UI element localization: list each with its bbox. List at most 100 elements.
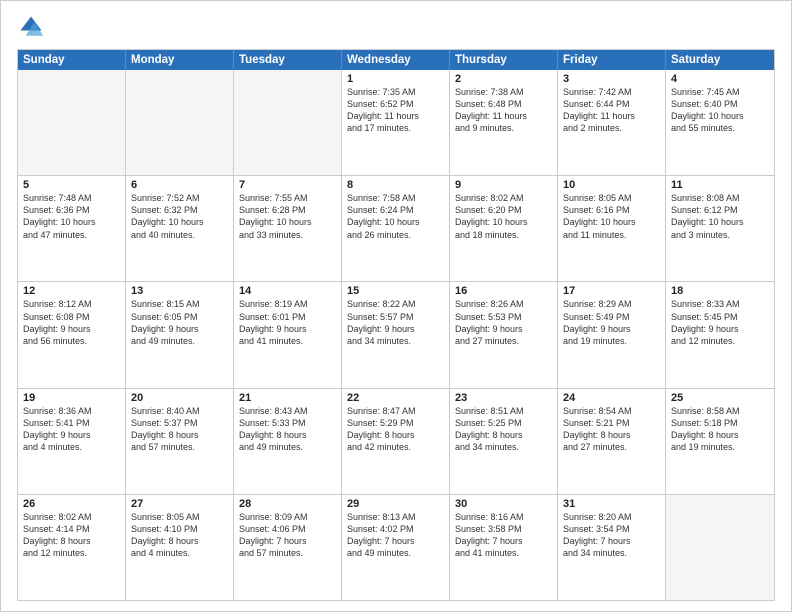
- day-number: 9: [455, 179, 552, 191]
- header-day-tuesday: Tuesday: [234, 50, 342, 70]
- day-details: Sunrise: 8:26 AM Sunset: 5:53 PM Dayligh…: [455, 298, 552, 347]
- empty-cell: [126, 70, 234, 175]
- empty-cell: [234, 70, 342, 175]
- day-number: 11: [671, 179, 769, 191]
- day-number: 23: [455, 392, 552, 404]
- day-number: 31: [563, 498, 660, 510]
- day-number: 4: [671, 73, 769, 85]
- day-number: 12: [23, 285, 120, 297]
- day-number: 13: [131, 285, 228, 297]
- day-details: Sunrise: 8:02 AM Sunset: 4:14 PM Dayligh…: [23, 511, 120, 560]
- logo: [17, 13, 49, 41]
- day-number: 7: [239, 179, 336, 191]
- day-number: 22: [347, 392, 444, 404]
- day-cell-26: 26Sunrise: 8:02 AM Sunset: 4:14 PM Dayli…: [18, 495, 126, 600]
- calendar-row-3: 12Sunrise: 8:12 AM Sunset: 6:08 PM Dayli…: [18, 281, 774, 387]
- day-cell-13: 13Sunrise: 8:15 AM Sunset: 6:05 PM Dayli…: [126, 282, 234, 387]
- day-details: Sunrise: 8:51 AM Sunset: 5:25 PM Dayligh…: [455, 405, 552, 454]
- calendar-row-4: 19Sunrise: 8:36 AM Sunset: 5:41 PM Dayli…: [18, 388, 774, 494]
- calendar-row-1: 1Sunrise: 7:35 AM Sunset: 6:52 PM Daylig…: [18, 70, 774, 175]
- day-details: Sunrise: 8:09 AM Sunset: 4:06 PM Dayligh…: [239, 511, 336, 560]
- logo-icon: [17, 13, 45, 41]
- day-cell-7: 7Sunrise: 7:55 AM Sunset: 6:28 PM Daylig…: [234, 176, 342, 281]
- day-cell-27: 27Sunrise: 8:05 AM Sunset: 4:10 PM Dayli…: [126, 495, 234, 600]
- day-cell-24: 24Sunrise: 8:54 AM Sunset: 5:21 PM Dayli…: [558, 389, 666, 494]
- day-number: 2: [455, 73, 552, 85]
- calendar-row-5: 26Sunrise: 8:02 AM Sunset: 4:14 PM Dayli…: [18, 494, 774, 600]
- day-details: Sunrise: 7:52 AM Sunset: 6:32 PM Dayligh…: [131, 192, 228, 241]
- day-number: 24: [563, 392, 660, 404]
- day-cell-2: 2Sunrise: 7:38 AM Sunset: 6:48 PM Daylig…: [450, 70, 558, 175]
- day-number: 1: [347, 73, 444, 85]
- day-details: Sunrise: 8:19 AM Sunset: 6:01 PM Dayligh…: [239, 298, 336, 347]
- day-cell-6: 6Sunrise: 7:52 AM Sunset: 6:32 PM Daylig…: [126, 176, 234, 281]
- day-details: Sunrise: 8:29 AM Sunset: 5:49 PM Dayligh…: [563, 298, 660, 347]
- day-number: 26: [23, 498, 120, 510]
- day-number: 20: [131, 392, 228, 404]
- day-details: Sunrise: 7:35 AM Sunset: 6:52 PM Dayligh…: [347, 86, 444, 135]
- header: [17, 13, 775, 41]
- day-cell-28: 28Sunrise: 8:09 AM Sunset: 4:06 PM Dayli…: [234, 495, 342, 600]
- day-cell-31: 31Sunrise: 8:20 AM Sunset: 3:54 PM Dayli…: [558, 495, 666, 600]
- day-number: 19: [23, 392, 120, 404]
- day-number: 18: [671, 285, 769, 297]
- calendar-row-2: 5Sunrise: 7:48 AM Sunset: 6:36 PM Daylig…: [18, 175, 774, 281]
- header-day-thursday: Thursday: [450, 50, 558, 70]
- day-details: Sunrise: 8:22 AM Sunset: 5:57 PM Dayligh…: [347, 298, 444, 347]
- day-details: Sunrise: 8:40 AM Sunset: 5:37 PM Dayligh…: [131, 405, 228, 454]
- day-number: 16: [455, 285, 552, 297]
- day-number: 10: [563, 179, 660, 191]
- day-details: Sunrise: 7:48 AM Sunset: 6:36 PM Dayligh…: [23, 192, 120, 241]
- day-number: 28: [239, 498, 336, 510]
- day-details: Sunrise: 8:43 AM Sunset: 5:33 PM Dayligh…: [239, 405, 336, 454]
- day-number: 14: [239, 285, 336, 297]
- day-details: Sunrise: 8:13 AM Sunset: 4:02 PM Dayligh…: [347, 511, 444, 560]
- day-cell-3: 3Sunrise: 7:42 AM Sunset: 6:44 PM Daylig…: [558, 70, 666, 175]
- day-details: Sunrise: 7:45 AM Sunset: 6:40 PM Dayligh…: [671, 86, 769, 135]
- day-details: Sunrise: 7:38 AM Sunset: 6:48 PM Dayligh…: [455, 86, 552, 135]
- calendar-header: SundayMondayTuesdayWednesdayThursdayFrid…: [18, 50, 774, 70]
- empty-cell: [18, 70, 126, 175]
- day-number: 15: [347, 285, 444, 297]
- day-cell-11: 11Sunrise: 8:08 AM Sunset: 6:12 PM Dayli…: [666, 176, 774, 281]
- day-number: 30: [455, 498, 552, 510]
- day-cell-30: 30Sunrise: 8:16 AM Sunset: 3:58 PM Dayli…: [450, 495, 558, 600]
- calendar: SundayMondayTuesdayWednesdayThursdayFrid…: [17, 49, 775, 601]
- day-cell-12: 12Sunrise: 8:12 AM Sunset: 6:08 PM Dayli…: [18, 282, 126, 387]
- day-details: Sunrise: 7:42 AM Sunset: 6:44 PM Dayligh…: [563, 86, 660, 135]
- day-number: 8: [347, 179, 444, 191]
- day-number: 17: [563, 285, 660, 297]
- day-details: Sunrise: 7:58 AM Sunset: 6:24 PM Dayligh…: [347, 192, 444, 241]
- day-cell-21: 21Sunrise: 8:43 AM Sunset: 5:33 PM Dayli…: [234, 389, 342, 494]
- header-day-wednesday: Wednesday: [342, 50, 450, 70]
- day-cell-22: 22Sunrise: 8:47 AM Sunset: 5:29 PM Dayli…: [342, 389, 450, 494]
- header-day-friday: Friday: [558, 50, 666, 70]
- day-cell-23: 23Sunrise: 8:51 AM Sunset: 5:25 PM Dayli…: [450, 389, 558, 494]
- day-cell-20: 20Sunrise: 8:40 AM Sunset: 5:37 PM Dayli…: [126, 389, 234, 494]
- day-number: 29: [347, 498, 444, 510]
- day-details: Sunrise: 8:58 AM Sunset: 5:18 PM Dayligh…: [671, 405, 769, 454]
- day-cell-5: 5Sunrise: 7:48 AM Sunset: 6:36 PM Daylig…: [18, 176, 126, 281]
- day-number: 21: [239, 392, 336, 404]
- header-day-saturday: Saturday: [666, 50, 774, 70]
- header-day-monday: Monday: [126, 50, 234, 70]
- day-details: Sunrise: 8:47 AM Sunset: 5:29 PM Dayligh…: [347, 405, 444, 454]
- empty-cell: [666, 495, 774, 600]
- day-details: Sunrise: 8:54 AM Sunset: 5:21 PM Dayligh…: [563, 405, 660, 454]
- day-details: Sunrise: 8:02 AM Sunset: 6:20 PM Dayligh…: [455, 192, 552, 241]
- day-details: Sunrise: 8:20 AM Sunset: 3:54 PM Dayligh…: [563, 511, 660, 560]
- day-details: Sunrise: 8:36 AM Sunset: 5:41 PM Dayligh…: [23, 405, 120, 454]
- day-cell-15: 15Sunrise: 8:22 AM Sunset: 5:57 PM Dayli…: [342, 282, 450, 387]
- day-details: Sunrise: 8:05 AM Sunset: 6:16 PM Dayligh…: [563, 192, 660, 241]
- header-day-sunday: Sunday: [18, 50, 126, 70]
- day-cell-8: 8Sunrise: 7:58 AM Sunset: 6:24 PM Daylig…: [342, 176, 450, 281]
- day-details: Sunrise: 8:05 AM Sunset: 4:10 PM Dayligh…: [131, 511, 228, 560]
- day-cell-19: 19Sunrise: 8:36 AM Sunset: 5:41 PM Dayli…: [18, 389, 126, 494]
- day-cell-25: 25Sunrise: 8:58 AM Sunset: 5:18 PM Dayli…: [666, 389, 774, 494]
- calendar-body: 1Sunrise: 7:35 AM Sunset: 6:52 PM Daylig…: [18, 70, 774, 600]
- day-cell-29: 29Sunrise: 8:13 AM Sunset: 4:02 PM Dayli…: [342, 495, 450, 600]
- day-details: Sunrise: 8:08 AM Sunset: 6:12 PM Dayligh…: [671, 192, 769, 241]
- day-number: 5: [23, 179, 120, 191]
- day-details: Sunrise: 8:12 AM Sunset: 6:08 PM Dayligh…: [23, 298, 120, 347]
- day-number: 3: [563, 73, 660, 85]
